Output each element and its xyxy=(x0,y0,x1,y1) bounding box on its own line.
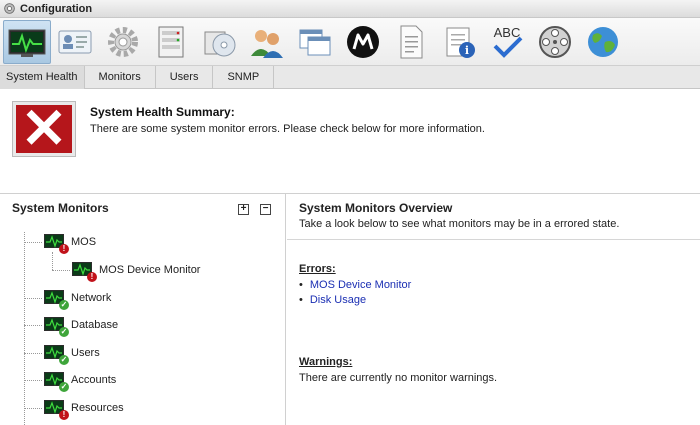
checkmark-badge-icon: ✓ xyxy=(59,355,69,365)
error-badge-icon: ! xyxy=(59,410,69,420)
list-item: Disk Usage xyxy=(299,293,411,308)
monitors-overview-panel: System Monitors Overview Take a look bel… xyxy=(287,194,700,425)
tab-snmp[interactable]: SNMP xyxy=(213,66,275,89)
tree-node-accounts[interactable]: ✓ Accounts xyxy=(44,369,117,392)
overview-subtitle: Take a look below to see what monitors m… xyxy=(299,218,620,230)
error-status-icon xyxy=(13,102,75,156)
tree-node-label: Users xyxy=(71,347,100,359)
summary-message: There are some system monitor errors. Pl… xyxy=(90,123,485,135)
windows-icon xyxy=(299,29,331,55)
tab-bar: System Health Monitors Users SNMP xyxy=(0,66,700,89)
tree-connector xyxy=(24,408,42,409)
title-bar: Configuration xyxy=(0,0,700,18)
tree-node-label: MOS xyxy=(71,236,97,248)
error-badge-icon: ! xyxy=(59,244,69,254)
gear-icon xyxy=(4,3,15,14)
system-monitors-panel: System Monitors + − ! MOS ! MOS Device M… xyxy=(0,194,286,425)
monitor-status-icon: ! xyxy=(44,233,69,254)
tree-node-mos[interactable]: ! MOS xyxy=(44,231,97,254)
document-toolbar-button[interactable] xyxy=(387,20,435,64)
svg-text:i: i xyxy=(465,44,469,57)
warnings-message: There are currently no monitor warnings. xyxy=(299,372,498,384)
tree-connector xyxy=(24,325,42,326)
monitor-status-icon: ✓ xyxy=(44,371,69,392)
tab-system-health[interactable]: System Health xyxy=(0,66,85,89)
divider xyxy=(287,239,700,240)
tab-monitors[interactable]: Monitors xyxy=(85,66,156,89)
tree-node-mos-device-monitor[interactable]: ! MOS Device Monitor xyxy=(72,259,201,282)
tree-node-label: Resources xyxy=(71,402,124,414)
monitor-status-icon: ! xyxy=(44,399,69,420)
m-logo-icon xyxy=(347,25,379,58)
tree-connector xyxy=(24,353,42,354)
film-reel-toolbar-button[interactable] xyxy=(531,20,579,64)
windows-toolbar-button[interactable] xyxy=(291,20,339,64)
users-toolbar-button[interactable] xyxy=(243,20,291,64)
tree-connector xyxy=(52,270,70,271)
errors-heading: Errors: xyxy=(299,263,336,275)
collapse-all-button[interactable]: − xyxy=(260,204,271,215)
monitor-status-icon: ✓ xyxy=(44,289,69,310)
window-title: Configuration xyxy=(20,2,93,15)
m-logo-toolbar-button[interactable] xyxy=(339,20,387,64)
close-icon xyxy=(26,109,62,145)
server-rack-icon xyxy=(158,26,184,57)
summary-title: System Health Summary: xyxy=(90,105,235,119)
toolbar: i ABC xyxy=(0,18,700,66)
tree-connector xyxy=(52,252,53,270)
tree-node-label: Network xyxy=(71,292,112,304)
users-icon xyxy=(251,29,283,58)
globe-toolbar-button[interactable] xyxy=(579,20,627,64)
software-toolbar-button[interactable] xyxy=(195,20,243,64)
document-icon xyxy=(400,25,423,58)
info-toolbar-button[interactable]: i xyxy=(435,20,483,64)
tree-node-label: Database xyxy=(71,319,119,331)
tree-connector xyxy=(24,298,42,299)
tree-connector xyxy=(24,232,25,425)
id-card-icon xyxy=(58,30,92,53)
health-summary: System Health Summary: There are some sy… xyxy=(0,90,700,194)
checkmark-badge-icon: ✓ xyxy=(59,300,69,310)
tree-node-users[interactable]: ✓ Users xyxy=(44,342,100,365)
warnings-heading: Warnings: xyxy=(299,356,353,368)
spellcheck-icon: ABC xyxy=(493,25,523,58)
film-reel-icon xyxy=(539,25,571,58)
tree-node-label: Accounts xyxy=(71,374,117,386)
monitor-status-icon: ! xyxy=(72,261,97,282)
tree-node-network[interactable]: ✓ Network xyxy=(44,287,112,310)
overview-title: System Monitors Overview xyxy=(299,201,453,215)
globe-icon xyxy=(588,26,618,57)
tree-node-resources[interactable]: ! Resources xyxy=(44,397,124,420)
monitor-status-icon: ✓ xyxy=(44,316,69,337)
monitor-status-icon: ✓ xyxy=(44,344,69,365)
id-card-toolbar-button[interactable] xyxy=(51,20,99,64)
settings-toolbar-button[interactable] xyxy=(99,20,147,64)
errors-list: MOS Device Monitor Disk Usage xyxy=(299,278,411,308)
svg-text:ABC: ABC xyxy=(494,25,521,40)
gear-icon xyxy=(108,26,138,57)
tree-connector xyxy=(24,380,42,381)
panel-title: System Monitors xyxy=(12,201,109,215)
tree-connector xyxy=(24,242,42,243)
system-health-monitor-icon xyxy=(8,29,46,57)
tree-node-database[interactable]: ✓ Database xyxy=(44,314,119,337)
error-link-mos-device-monitor[interactable]: MOS Device Monitor xyxy=(310,279,411,291)
info-notepad-icon: i xyxy=(446,27,475,58)
checkmark-badge-icon: ✓ xyxy=(59,327,69,337)
expand-all-button[interactable]: + xyxy=(238,204,249,215)
system-health-toolbar-button[interactable] xyxy=(3,19,51,64)
server-toolbar-button[interactable] xyxy=(147,20,195,64)
spellcheck-toolbar-button[interactable]: ABC xyxy=(483,20,531,64)
checkmark-badge-icon: ✓ xyxy=(59,382,69,392)
software-cd-icon xyxy=(204,31,236,56)
tree-node-label: MOS Device Monitor xyxy=(99,264,201,276)
error-badge-icon: ! xyxy=(87,272,97,282)
list-item: MOS Device Monitor xyxy=(299,278,411,293)
error-link-disk-usage[interactable]: Disk Usage xyxy=(310,294,366,306)
tab-users[interactable]: Users xyxy=(156,66,214,89)
